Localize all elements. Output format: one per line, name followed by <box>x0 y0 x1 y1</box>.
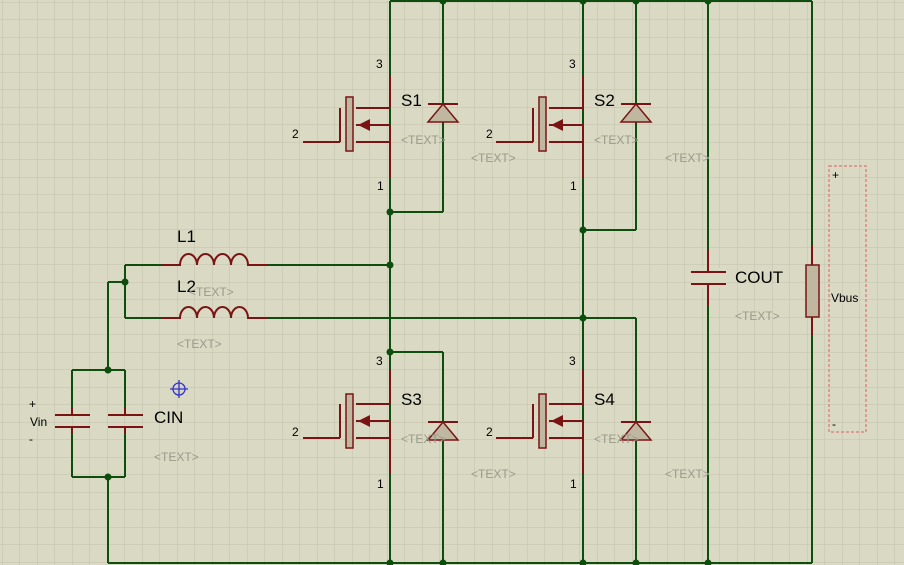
s1-pin-source: 1 <box>377 179 384 193</box>
junction-dot <box>104 473 112 481</box>
s3-label: S3 <box>401 390 422 409</box>
s3-channel <box>345 393 354 449</box>
vbus-label: Vbus <box>831 291 858 305</box>
schematic-canvas[interactable]: 3 2 1 S1 <TEXT> <TEXT> 3 2 1 S2 <TEXT> <… <box>0 0 904 565</box>
s1-pin-drain: 3 <box>376 57 383 71</box>
s3-text-placeholder: <TEXT> <box>401 432 446 446</box>
s4-channel <box>538 393 547 449</box>
vbus-minus: - <box>832 417 836 431</box>
l2-text-placeholder: <TEXT> <box>189 285 234 299</box>
s4-pin-source: 1 <box>570 477 577 491</box>
s2-pin-drain: 3 <box>569 57 576 71</box>
s4-pin-gate: 2 <box>486 425 493 439</box>
s1-extra-text: <TEXT> <box>471 151 516 165</box>
cin-label: CIN <box>154 408 183 427</box>
junction-dot <box>579 226 587 234</box>
s1-pin-gate: 2 <box>292 127 299 141</box>
s3-pin-source: 1 <box>377 477 384 491</box>
s1-label: S1 <box>401 91 422 110</box>
vin-plus: + <box>29 397 36 411</box>
l2-text-placeholder-2: <TEXT> <box>177 337 222 351</box>
vbus-resistor <box>805 264 820 318</box>
cin-text-placeholder: <TEXT> <box>154 450 199 464</box>
junction-dot <box>579 314 587 322</box>
s2-label: S2 <box>594 91 615 110</box>
s3-extra-text: <TEXT> <box>471 467 516 481</box>
s4-text-placeholder: <TEXT> <box>594 432 639 446</box>
junction-dot <box>386 208 394 216</box>
junction-dot <box>386 261 394 269</box>
cout-label: COUT <box>735 268 783 287</box>
s3-pin-drain: 3 <box>376 354 383 368</box>
s2-extra-text: <TEXT> <box>665 151 710 165</box>
l1-label: L1 <box>177 227 196 246</box>
vin-minus: - <box>29 432 33 446</box>
junction-dot <box>104 366 112 374</box>
s4-pin-drain: 3 <box>569 354 576 368</box>
s4-extra-text: <TEXT> <box>665 467 710 481</box>
cout-text-placeholder: <TEXT> <box>735 309 780 323</box>
s1-channel <box>345 96 354 152</box>
junction-dot <box>121 278 129 286</box>
s3-pin-gate: 2 <box>292 425 299 439</box>
s2-text-placeholder: <TEXT> <box>594 133 639 147</box>
s1-text-placeholder: <TEXT> <box>401 133 446 147</box>
s2-pin-source: 1 <box>570 179 577 193</box>
s2-channel <box>538 96 547 152</box>
vin-label: Vin <box>30 415 47 429</box>
s4-label: S4 <box>594 390 615 409</box>
s2-pin-gate: 2 <box>486 127 493 141</box>
vbus-plus: + <box>832 168 839 182</box>
junction-dot <box>386 348 394 356</box>
